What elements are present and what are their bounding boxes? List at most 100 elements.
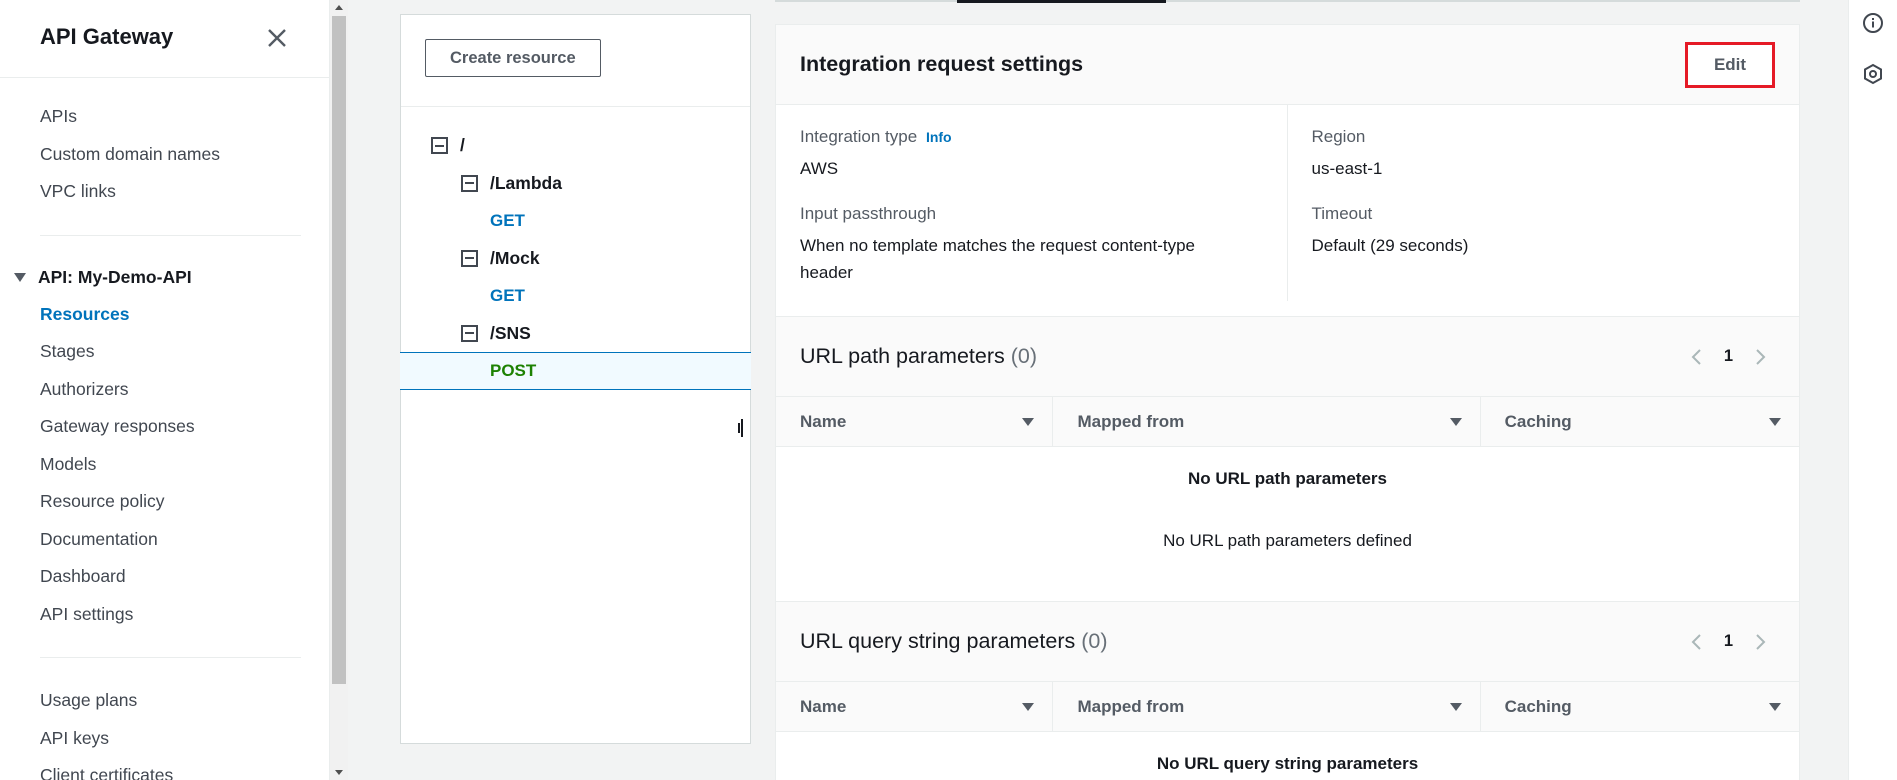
sort-icon[interactable] <box>1022 417 1035 426</box>
nav-link-usage-plans[interactable]: Usage plans <box>0 682 329 720</box>
nav-api-links: Resources Stages Authorizers Gateway res… <box>0 296 329 634</box>
nav-link-apis[interactable]: APIs <box>0 98 329 136</box>
method-label: POST <box>490 360 537 380</box>
nav-link-authorizers[interactable]: Authorizers <box>0 371 329 409</box>
section-title-text: URL path parameters <box>800 344 1005 368</box>
nav-link-documentation[interactable]: Documentation <box>0 521 329 559</box>
tree-item-label: /SNS <box>490 322 531 343</box>
url-query-table-header: Name Mapped from Caching <box>776 682 1799 732</box>
nav-divider <box>40 234 301 236</box>
method-label: GET <box>490 210 525 230</box>
chevron-right-icon[interactable] <box>1751 633 1769 651</box>
nav-link-vpc-links[interactable]: VPC links <box>0 173 329 211</box>
column-header-caching[interactable]: Caching <box>1481 682 1799 731</box>
integration-details: Integration type Info AWS Input passthro… <box>776 105 1799 317</box>
pagination: 1 <box>1688 632 1775 651</box>
integration-type-field: Integration type Info AWS <box>800 127 1263 182</box>
section-count: (0) <box>1081 629 1108 653</box>
nav-title: API Gateway <box>40 24 174 49</box>
right-utility-rail <box>1848 0 1897 780</box>
nav-link-custom-domain-names[interactable]: Custom domain names <box>0 136 329 174</box>
url-query-parameters-header: URL query string parameters (0) 1 <box>776 602 1799 682</box>
sort-icon[interactable] <box>1449 417 1462 426</box>
settings-hexagon-icon[interactable] <box>1862 63 1884 85</box>
column-header-label: Mapped from <box>1077 411 1185 431</box>
nav-header: API Gateway <box>0 0 329 78</box>
integration-type-label-text: Integration type <box>800 127 918 146</box>
timeout-label: Timeout <box>1311 204 1373 224</box>
details-column-right: Region us-east-1 Timeout Default (29 sec… <box>1288 105 1800 316</box>
column-header-caching[interactable]: Caching <box>1481 397 1799 446</box>
chevron-right-icon[interactable] <box>1751 348 1769 366</box>
tree-item-lambda[interactable]: /Lambda <box>401 165 750 203</box>
nav-section-api[interactable]: API: My-Demo-API <box>0 260 329 296</box>
tree-item-sns[interactable]: /SNS <box>401 315 750 353</box>
tree-item-mock[interactable]: /Mock <box>401 240 750 278</box>
empty-state-title: No URL query string parameters <box>1156 754 1419 773</box>
url-path-parameters-header: URL path parameters (0) 1 <box>776 317 1799 397</box>
card-header: Integration request settings Edit <box>776 25 1799 105</box>
tree-method-sns-post[interactable]: POST <box>400 352 751 390</box>
page-number[interactable]: 1 <box>1724 632 1733 651</box>
column-header-name[interactable]: Name <box>776 682 1054 731</box>
text-cursor <box>738 423 740 433</box>
nav-link-api-settings[interactable]: API settings <box>0 596 329 634</box>
resources-panel: Create resource / /Lambda GET /Mock GET <box>400 14 751 744</box>
collapse-icon[interactable] <box>431 137 448 155</box>
card-title: Integration request settings <box>800 52 1084 76</box>
chevron-left-icon[interactable] <box>1688 348 1706 366</box>
method-tabs <box>775 0 1800 4</box>
collapse-icon[interactable] <box>461 249 478 267</box>
column-header-name[interactable]: Name <box>776 397 1054 446</box>
timeout-value: Default (29 seconds) <box>1311 236 1469 256</box>
active-tab-indicator[interactable] <box>957 0 1166 3</box>
nav-link-resources[interactable]: Resources <box>0 296 329 334</box>
nav-link-dashboard[interactable]: Dashboard <box>0 558 329 596</box>
sort-icon[interactable] <box>1449 702 1462 711</box>
collapse-icon[interactable] <box>461 174 478 192</box>
column-header-label: Mapped from <box>1077 696 1185 716</box>
page-number[interactable]: 1 <box>1724 347 1733 366</box>
nav-scrollbar[interactable] <box>330 0 348 780</box>
column-header-mapped-from[interactable]: Mapped from <box>1053 682 1481 731</box>
create-resource-button[interactable]: Create resource <box>425 39 601 77</box>
nav-top-links: APIs Custom domain names VPC links <box>0 78 329 211</box>
url-path-table-header: Name Mapped from Caching <box>776 397 1799 447</box>
column-header-label: Name <box>800 411 847 431</box>
tree-method-lambda-get[interactable]: GET <box>401 202 750 240</box>
nav-link-stages[interactable]: Stages <box>0 333 329 371</box>
input-passthrough-label: Input passthrough <box>800 204 937 224</box>
scroll-down-icon[interactable] <box>335 770 343 775</box>
chevron-left-icon[interactable] <box>1688 633 1706 651</box>
scrollbar-thumb[interactable] <box>332 16 346 684</box>
info-link[interactable]: Info <box>926 129 952 145</box>
integration-type-value: AWS <box>800 159 839 178</box>
region-value: us-east-1 <box>1311 159 1383 178</box>
nav-link-api-keys[interactable]: API keys <box>0 720 329 758</box>
sort-icon[interactable] <box>1768 417 1781 426</box>
column-header-label: Name <box>800 696 847 716</box>
collapse-icon[interactable] <box>461 324 478 342</box>
empty-state-title: No URL path parameters <box>1187 469 1387 488</box>
info-icon[interactable] <box>1862 12 1884 34</box>
url-path-empty-state: No URL path parameters No URL path param… <box>776 447 1799 602</box>
scroll-up-icon[interactable] <box>335 5 343 10</box>
nav-bottom-links: Usage plans API keys Client certificates <box>0 682 329 780</box>
tree-item-root[interactable]: / <box>401 127 750 165</box>
nav-link-models[interactable]: Models <box>0 446 329 484</box>
tree-item-label: /Lambda <box>490 172 562 193</box>
sort-icon[interactable] <box>1022 702 1035 711</box>
nav-link-resource-policy[interactable]: Resource policy <box>0 483 329 521</box>
column-header-mapped-from[interactable]: Mapped from <box>1053 397 1481 446</box>
tree-method-mock-get[interactable]: GET <box>401 277 750 315</box>
input-passthrough-value: When no template matches the request con… <box>800 236 1196 283</box>
details-column-left: Integration type Info AWS Input passthro… <box>776 105 1288 301</box>
nav-link-client-certificates[interactable]: Client certificates <box>0 757 329 780</box>
close-icon[interactable] <box>265 26 289 50</box>
caret-down-icon <box>14 273 26 282</box>
nav-link-gateway-responses[interactable]: Gateway responses <box>0 408 329 446</box>
edit-button[interactable]: Edit <box>1685 41 1775 88</box>
integration-type-label: Integration type Info <box>800 127 1263 147</box>
sort-icon[interactable] <box>1768 702 1781 711</box>
integration-request-card: Integration request settings Edit Integr… <box>775 24 1800 780</box>
